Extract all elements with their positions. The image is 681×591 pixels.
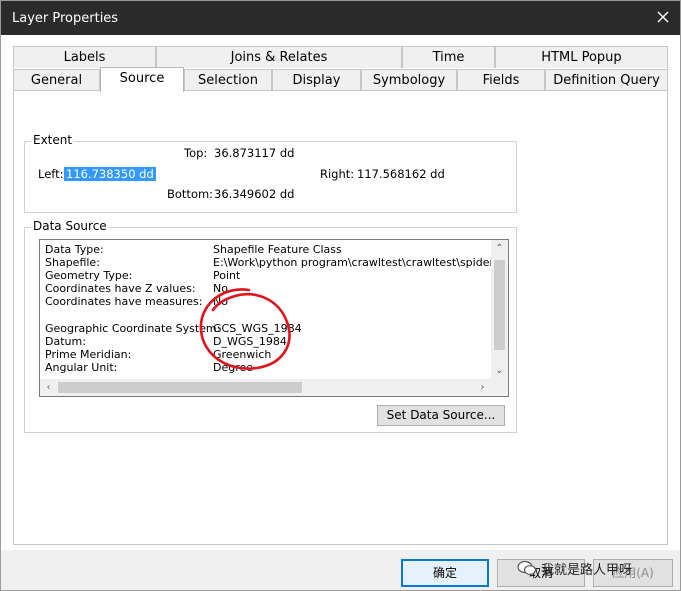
- horizontal-scroll-thumb[interactable]: [58, 382, 302, 393]
- extent-right-value[interactable]: 117.568162 dd: [357, 167, 445, 181]
- tab-row-bottom: General Source Selection Display Symbolo…: [13, 67, 668, 92]
- scroll-up-icon[interactable]: ⌃: [491, 240, 508, 257]
- title-bar: Layer Properties: [1, 1, 680, 35]
- extent-left-value[interactable]: 116.738350 dd: [64, 167, 156, 181]
- tab-time[interactable]: Time: [402, 46, 495, 68]
- extent-bottom-label: Bottom:: [167, 187, 214, 201]
- tab-row-top: Labels Joins & Relates Time HTML Popup: [13, 46, 668, 68]
- scroll-down-icon[interactable]: ⌄: [491, 362, 508, 379]
- row-key: Geometry Type:: [45, 269, 133, 282]
- row-value: E:\Work\python program\crawltest\crawlte…: [213, 256, 509, 269]
- layer-properties-window: Layer Properties Labels Joins & Relates …: [0, 0, 681, 591]
- scroll-left-icon[interactable]: ‹: [40, 379, 57, 396]
- extent-label: Extent: [31, 133, 75, 147]
- row-key: Shapefile:: [45, 256, 100, 269]
- set-data-source-button[interactable]: Set Data Source...: [377, 405, 505, 426]
- wechat-icon: [517, 560, 537, 575]
- tab-source[interactable]: Source: [100, 67, 184, 92]
- row-key: Datum:: [45, 335, 86, 348]
- window-title: Layer Properties: [12, 11, 119, 26]
- tab-joins-relates[interactable]: Joins & Relates: [156, 46, 402, 68]
- tab-definition-query[interactable]: Definition Query: [545, 69, 668, 91]
- row-key: Angular Unit:: [45, 361, 118, 374]
- data-source-label: Data Source: [31, 219, 109, 233]
- watermark-text: 我就是路人甲呀: [541, 563, 633, 578]
- extent-bottom-value[interactable]: 36.349602 dd: [214, 187, 294, 201]
- extent-top-value[interactable]: 36.873117 dd: [214, 146, 294, 160]
- row-value: Shapefile Feature Class: [213, 243, 342, 256]
- row-value: Point: [213, 269, 241, 282]
- extent-left-label: Left:: [38, 167, 64, 181]
- tab-general[interactable]: General: [13, 69, 100, 91]
- tab-display[interactable]: Display: [272, 69, 361, 91]
- row-key: Data Type:: [45, 243, 104, 256]
- ok-button[interactable]: 确定: [401, 559, 489, 587]
- red-annotation-circle-icon: [199, 288, 291, 370]
- vertical-scroll-thumb[interactable]: [494, 260, 505, 350]
- row-key: Coordinates have Z values:: [45, 282, 196, 295]
- row-key: Prime Meridian:: [45, 348, 132, 361]
- tab-labels[interactable]: Labels: [13, 46, 156, 68]
- extent-right-label: Right:: [320, 167, 355, 181]
- horizontal-scrollbar[interactable]: ‹ ›: [40, 379, 508, 396]
- tab-selection[interactable]: Selection: [184, 69, 272, 91]
- close-icon[interactable]: [654, 8, 672, 26]
- extent-top-label: Top:: [184, 146, 208, 160]
- tab-symbology[interactable]: Symbology: [361, 69, 457, 91]
- tab-html-popup[interactable]: HTML Popup: [495, 46, 668, 68]
- tab-fields[interactable]: Fields: [457, 69, 545, 91]
- row-key: Coordinates have measures:: [45, 295, 203, 308]
- vertical-scrollbar[interactable]: ⌃ ⌄: [491, 240, 508, 380]
- scroll-right-icon[interactable]: ›: [474, 379, 491, 396]
